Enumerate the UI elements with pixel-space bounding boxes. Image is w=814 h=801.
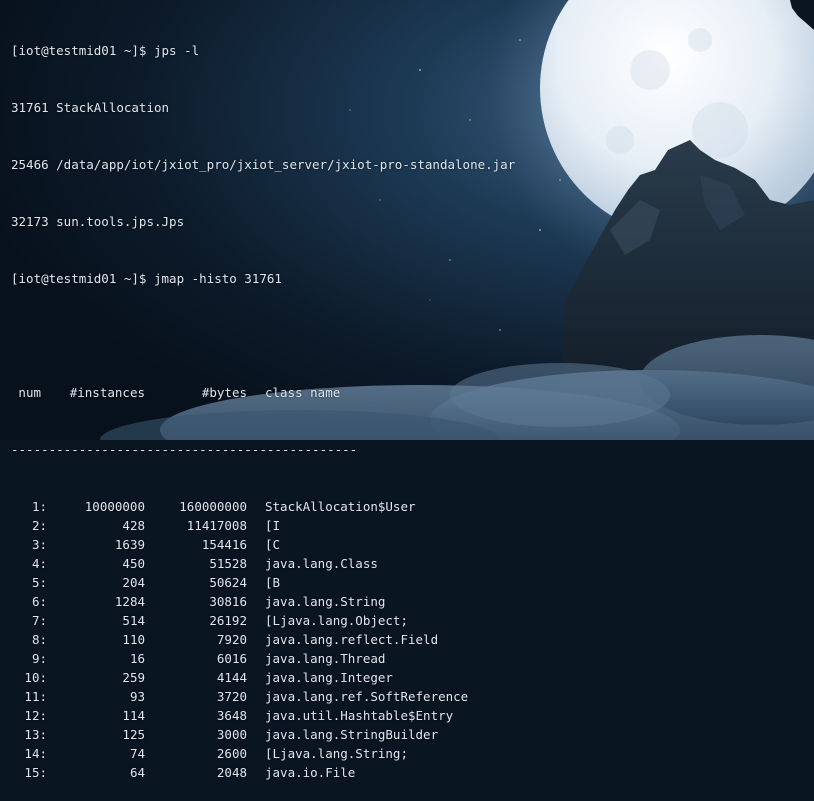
header-num: num bbox=[18, 385, 41, 400]
header-class-name: class name bbox=[265, 385, 341, 400]
row-num: 1: bbox=[31, 499, 47, 514]
row-class-name: java.lang.String bbox=[265, 594, 386, 609]
jps-output-line: 32173 sun.tools.jps.Jps bbox=[11, 214, 185, 229]
histogram-row: 2: 428 11417008 [I bbox=[11, 516, 814, 535]
row-bytes: 3720 bbox=[216, 689, 247, 704]
row-class-name: [I bbox=[265, 518, 281, 533]
row-class-name: java.lang.Class bbox=[265, 556, 378, 571]
row-bytes: 4144 bbox=[216, 670, 247, 685]
row-num: 11: bbox=[24, 689, 47, 704]
row-instances: 93 bbox=[129, 689, 145, 704]
histogram-row: 5: 204 50624 [B bbox=[11, 573, 814, 592]
header-instances: #instances bbox=[69, 385, 145, 400]
row-class-name: java.lang.Thread bbox=[265, 651, 386, 666]
row-bytes: 160000000 bbox=[179, 499, 247, 514]
row-num: 9: bbox=[31, 651, 47, 666]
row-num: 7: bbox=[31, 613, 47, 628]
row-bytes: 3648 bbox=[216, 708, 247, 723]
header-bytes: #bytes bbox=[201, 385, 247, 400]
jps-output-line: 25466 /data/app/iot/jxiot_pro/jxiot_serv… bbox=[11, 157, 516, 172]
row-num: 2: bbox=[31, 518, 47, 533]
row-num: 14: bbox=[24, 746, 47, 761]
row-instances: 64 bbox=[129, 765, 145, 780]
row-instances: 259 bbox=[122, 670, 145, 685]
row-instances: 110 bbox=[122, 632, 145, 647]
row-instances: 204 bbox=[122, 575, 145, 590]
row-num: 5: bbox=[31, 575, 47, 590]
row-instances: 16 bbox=[129, 651, 145, 666]
row-class-name: [Ljava.lang.String; bbox=[265, 746, 408, 761]
row-class-name: java.lang.StringBuilder bbox=[265, 727, 439, 742]
row-class-name: java.lang.reflect.Field bbox=[265, 632, 439, 647]
row-instances: 450 bbox=[122, 556, 145, 571]
terminal-output[interactable]: [iot@testmid01 ~]$ jps -l 31761 StackAll… bbox=[11, 3, 814, 780]
row-class-name: [B bbox=[265, 575, 281, 590]
row-instances: 74 bbox=[129, 746, 145, 761]
histogram-row: 8: 110 7920 java.lang.reflect.Field bbox=[11, 630, 814, 649]
row-class-name: java.util.Hashtable$Entry bbox=[265, 708, 454, 723]
row-bytes: 50624 bbox=[209, 575, 247, 590]
row-bytes: 2600 bbox=[216, 746, 247, 761]
histogram-row: 1: 10000000 160000000 StackAllocation$User bbox=[11, 497, 814, 516]
row-class-name: java.io.File bbox=[265, 765, 356, 780]
histogram-row: 4: 450 51528 java.lang.Class bbox=[11, 554, 814, 573]
row-instances: 1284 bbox=[114, 594, 145, 609]
histogram-row: 12: 114 3648 java.util.Hashtable$Entry bbox=[11, 706, 814, 725]
histogram-rows: 1: 10000000 160000000 StackAllocation$User 2… bbox=[11, 497, 814, 782]
row-num: 10: bbox=[24, 670, 47, 685]
row-bytes: 30816 bbox=[209, 594, 247, 609]
histogram-row: 13: 125 3000 java.lang.StringBuilder bbox=[11, 725, 814, 744]
row-bytes: 154416 bbox=[201, 537, 247, 552]
row-bytes: 11417008 bbox=[186, 518, 247, 533]
histogram-row: 14: 74 2600 [Ljava.lang.String; bbox=[11, 744, 814, 763]
row-num: 8: bbox=[31, 632, 47, 647]
histogram-row: 6: 1284 30816 java.lang.String bbox=[11, 592, 814, 611]
row-num: 4: bbox=[31, 556, 47, 571]
row-class-name: java.lang.Integer bbox=[265, 670, 393, 685]
row-bytes: 51528 bbox=[209, 556, 247, 571]
row-bytes: 7920 bbox=[216, 632, 247, 647]
row-num: 13: bbox=[24, 727, 47, 742]
row-instances: 114 bbox=[122, 708, 145, 723]
row-instances: 1639 bbox=[114, 537, 145, 552]
row-num: 15: bbox=[24, 765, 47, 780]
row-bytes: 6016 bbox=[216, 651, 247, 666]
separator-line: ----------------------------------------… bbox=[11, 442, 358, 457]
row-num: 12: bbox=[24, 708, 47, 723]
row-instances: 514 bbox=[122, 613, 145, 628]
row-class-name: StackAllocation$User bbox=[265, 499, 416, 514]
histogram-row: 3: 1639 154416 [C bbox=[11, 535, 814, 554]
jps-output-line: 31761 StackAllocation bbox=[11, 100, 170, 115]
row-bytes: 2048 bbox=[216, 765, 247, 780]
command-line-jps: [iot@testmid01 ~]$ jps -l bbox=[11, 43, 200, 58]
row-num: 3: bbox=[31, 537, 47, 552]
row-class-name: [Ljava.lang.Object; bbox=[265, 613, 408, 628]
row-instances: 428 bbox=[122, 518, 145, 533]
row-num: 6: bbox=[31, 594, 47, 609]
histogram-row: 11: 93 3720 java.lang.ref.SoftReference bbox=[11, 687, 814, 706]
command-line-jmap: [iot@testmid01 ~]$ jmap -histo 31761 bbox=[11, 271, 282, 286]
row-class-name: [C bbox=[265, 537, 281, 552]
row-class-name: java.lang.ref.SoftReference bbox=[265, 689, 469, 704]
histogram-row: 9: 16 6016 java.lang.Thread bbox=[11, 649, 814, 668]
histogram-row: 15: 64 2048 java.io.File bbox=[11, 763, 814, 782]
histogram-row: 10: 259 4144 java.lang.Integer bbox=[11, 668, 814, 687]
histogram-row: 7: 514 26192 [Ljava.lang.Object; bbox=[11, 611, 814, 630]
row-instances: 10000000 bbox=[84, 499, 145, 514]
row-bytes: 26192 bbox=[209, 613, 247, 628]
row-instances: 125 bbox=[122, 727, 145, 742]
histogram-header: num #instances #bytes class name bbox=[11, 383, 814, 402]
row-bytes: 3000 bbox=[216, 727, 247, 742]
